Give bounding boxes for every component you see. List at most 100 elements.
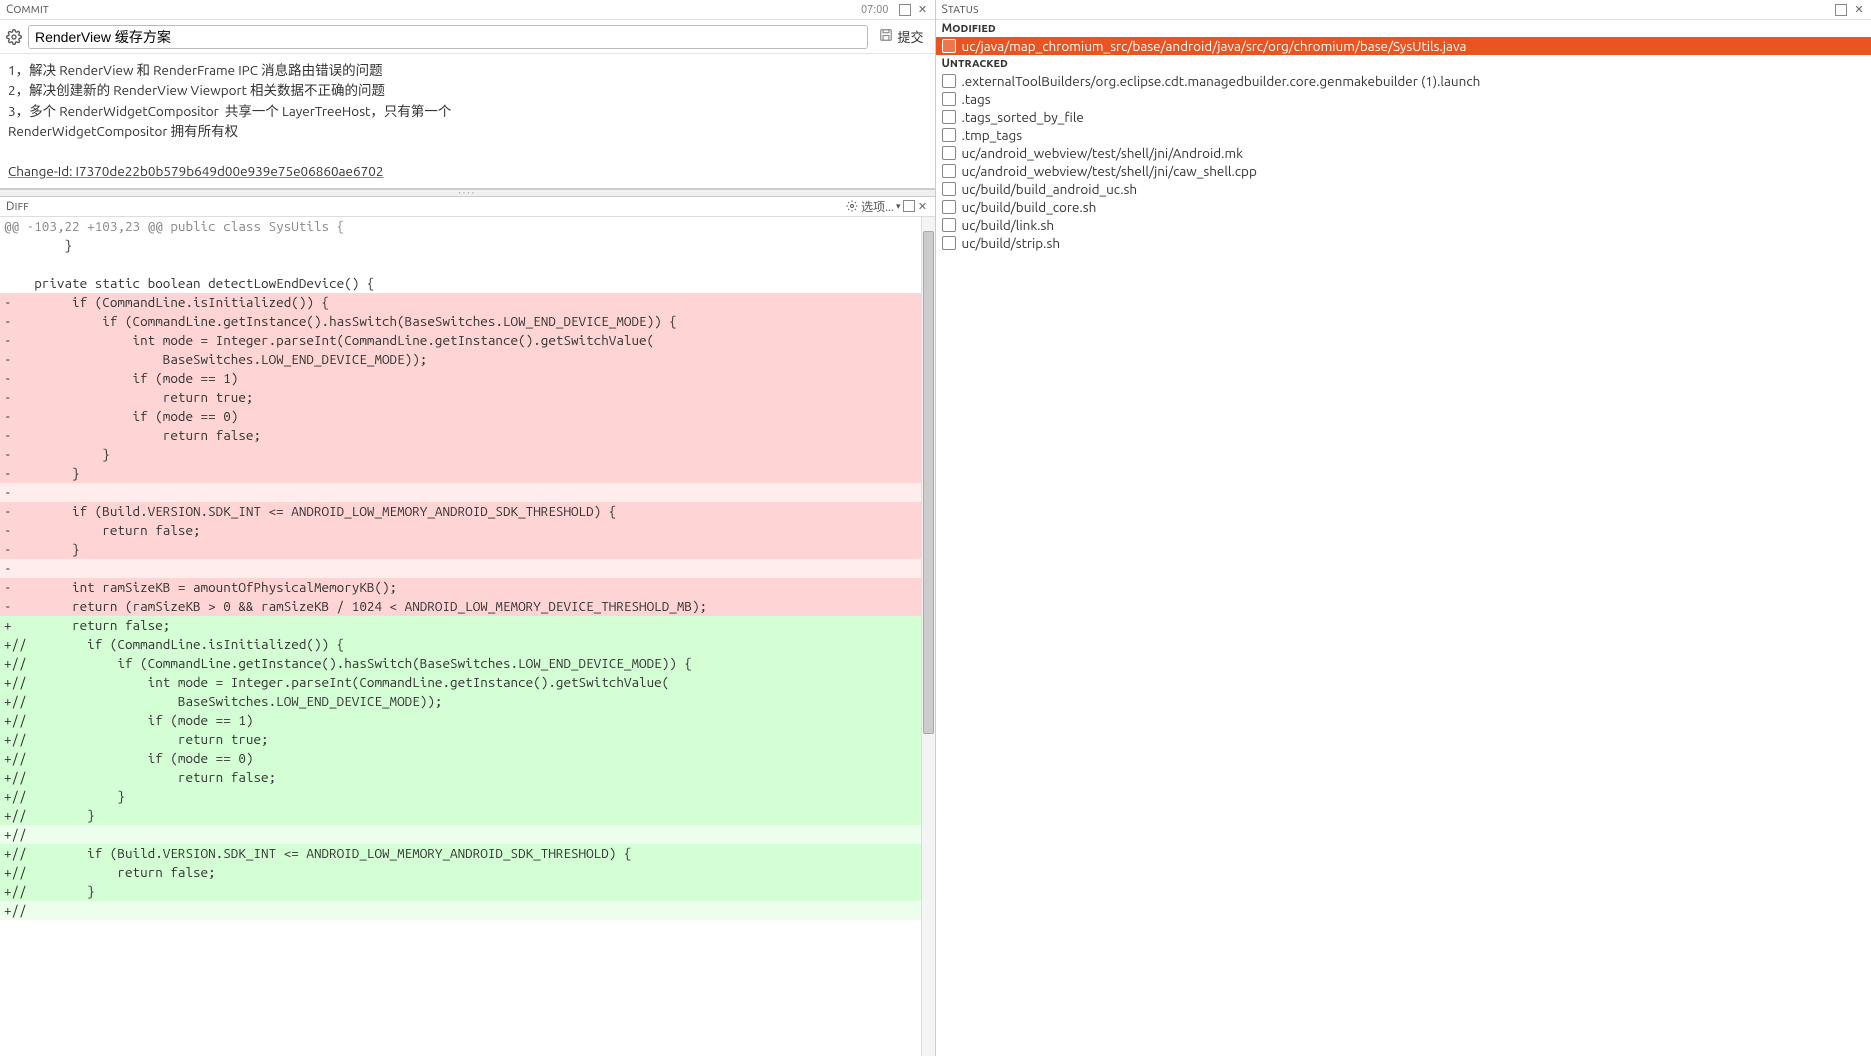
file-icon xyxy=(942,236,956,250)
file-icon xyxy=(942,218,956,232)
commit-message-line: 3，多个 RenderWidgetCompositor 共享一个 LayerTr… xyxy=(8,101,927,121)
file-item[interactable]: uc/java/map_chromium_src/base/android/ja… xyxy=(936,37,1871,55)
file-path: .externalToolBuilders/org.eclipse.cdt.ma… xyxy=(962,73,1481,89)
diff-line: +// return true; xyxy=(0,730,935,749)
minimize-icon[interactable] xyxy=(899,4,911,16)
file-icon xyxy=(942,110,956,124)
diff-panel-header: Diff 选项... ▾ ✕ xyxy=(0,197,935,217)
diff-line: +// if (Build.VERSION.SDK_INT <= ANDROID… xyxy=(0,844,935,863)
diff-line: } xyxy=(0,236,935,255)
commit-subject-input[interactable] xyxy=(28,25,868,49)
file-item[interactable]: .tmp_tags xyxy=(936,126,1871,144)
file-icon xyxy=(942,128,956,142)
file-path: uc/android_webview/test/shell/jni/caw_sh… xyxy=(962,163,1257,179)
commit-submit-icon xyxy=(879,28,893,45)
diff-options-label[interactable]: 选项... xyxy=(861,198,894,215)
diff-line: - BaseSwitches.LOW_END_DEVICE_MODE)); xyxy=(0,350,935,369)
commit-time: 07:00 xyxy=(857,4,893,16)
chevron-down-icon[interactable]: ▾ xyxy=(896,201,901,212)
diff-line: +// return false; xyxy=(0,768,935,787)
diff-line: @@ -103,22 +103,23 @@ public class SysUt… xyxy=(0,217,935,236)
diff-panel-title: Diff xyxy=(6,200,29,213)
diff-line: +// BaseSwitches.LOW_END_DEVICE_MODE)); xyxy=(0,692,935,711)
diff-line: + return false; xyxy=(0,616,935,635)
status-modified-label: Modified xyxy=(936,20,1871,37)
file-item[interactable]: uc/build/link.sh xyxy=(936,216,1871,234)
diff-line: - return false; xyxy=(0,521,935,540)
diff-line: +// if (mode == 1) xyxy=(0,711,935,730)
diff-line: +// int mode = Integer.parseInt(CommandL… xyxy=(0,673,935,692)
diff-line xyxy=(0,255,935,274)
file-icon xyxy=(942,74,956,88)
diff-line: - int mode = Integer.parseInt(CommandLin… xyxy=(0,331,935,350)
diff-gear-icon[interactable] xyxy=(845,199,859,213)
diff-line: - if (Build.VERSION.SDK_INT <= ANDROID_L… xyxy=(0,502,935,521)
file-path: .tags_sorted_by_file xyxy=(962,109,1084,125)
file-item[interactable]: uc/android_webview/test/shell/jni/Androi… xyxy=(936,144,1871,162)
file-icon xyxy=(942,182,956,196)
file-icon xyxy=(942,146,956,160)
status-untracked-label: Untracked xyxy=(936,55,1871,72)
file-path: uc/build/build_android_uc.sh xyxy=(962,181,1138,197)
commit-message-area[interactable]: 1，解决 RenderView 和 RenderFrame IPC 消息路由错误… xyxy=(0,54,935,188)
file-item[interactable]: uc/build/build_android_uc.sh xyxy=(936,180,1871,198)
diff-line: +// if (CommandLine.isInitialized()) { xyxy=(0,635,935,654)
diff-line: - return true; xyxy=(0,388,935,407)
diff-line: - if (mode == 0) xyxy=(0,407,935,426)
diff-line: +// xyxy=(0,825,935,844)
diff-line: - } xyxy=(0,445,935,464)
diff-line: - } xyxy=(0,464,935,483)
file-item[interactable]: .tags xyxy=(936,90,1871,108)
diff-line: +// } xyxy=(0,787,935,806)
status-close-icon[interactable]: ✕ xyxy=(1853,4,1865,16)
diff-line: +// if (CommandLine.getInstance().hasSwi… xyxy=(0,654,935,673)
diff-line: +// } xyxy=(0,882,935,901)
diff-line: - xyxy=(0,483,935,502)
diff-line: - xyxy=(0,559,935,578)
untracked-file-list: .externalToolBuilders/org.eclipse.cdt.ma… xyxy=(936,72,1871,252)
diff-line: +// return false; xyxy=(0,863,935,882)
diff-minimize-icon[interactable] xyxy=(903,200,915,212)
file-item[interactable]: uc/build/build_core.sh xyxy=(936,198,1871,216)
file-path: uc/build/strip.sh xyxy=(962,235,1061,251)
commit-panel-header: Commit 07:00 ✕ xyxy=(0,0,935,20)
commit-message-line: 1，解决 RenderView 和 RenderFrame IPC 消息路由错误… xyxy=(8,60,927,80)
status-panel-header: Status ✕ xyxy=(936,0,1871,20)
commit-message-line: Change-Id: I7370de22b0b579b649d00e939e75… xyxy=(8,161,927,181)
diff-line: +// xyxy=(0,901,935,920)
diff-close-icon[interactable]: ✕ xyxy=(917,200,929,212)
file-item[interactable]: uc/build/strip.sh xyxy=(936,234,1871,252)
file-item[interactable]: .tags_sorted_by_file xyxy=(936,108,1871,126)
diff-scrollbar-thumb[interactable] xyxy=(923,231,934,735)
commit-panel-title: Commit xyxy=(6,3,49,16)
diff-line: - return (ramSizeKB > 0 && ramSizeKB / 1… xyxy=(0,597,935,616)
diff-line: private static boolean detectLowEndDevic… xyxy=(0,274,935,293)
horizontal-splitter[interactable] xyxy=(0,189,935,197)
file-path: uc/build/link.sh xyxy=(962,217,1055,233)
gear-icon[interactable] xyxy=(4,27,24,47)
file-path: .tmp_tags xyxy=(962,127,1023,143)
status-minimize-icon[interactable] xyxy=(1835,4,1847,16)
diff-line: - int ramSizeKB = amountOfPhysicalMemory… xyxy=(0,578,935,597)
file-path: .tags xyxy=(962,91,991,107)
commit-message-line xyxy=(8,141,927,161)
file-icon xyxy=(942,39,956,53)
commit-submit-button[interactable]: 提交 xyxy=(872,24,930,49)
file-icon xyxy=(942,164,956,178)
diff-scrollbar[interactable] xyxy=(921,217,935,1056)
file-item[interactable]: uc/android_webview/test/shell/jni/caw_sh… xyxy=(936,162,1871,180)
diff-line: - return false; xyxy=(0,426,935,445)
modified-file-list: uc/java/map_chromium_src/base/android/ja… xyxy=(936,37,1871,55)
diff-content[interactable]: @@ -103,22 +103,23 @@ public class SysUt… xyxy=(0,217,935,1056)
diff-line: +// } xyxy=(0,806,935,825)
diff-line: - if (CommandLine.getInstance().hasSwitc… xyxy=(0,312,935,331)
diff-line: +// if (mode == 0) xyxy=(0,749,935,768)
close-icon[interactable]: ✕ xyxy=(917,4,929,16)
file-icon xyxy=(942,200,956,214)
commit-message-line: RenderWidgetCompositor 拥有所有权 xyxy=(8,121,927,141)
file-path: uc/android_webview/test/shell/jni/Androi… xyxy=(962,145,1243,161)
diff-line: - if (mode == 1) xyxy=(0,369,935,388)
file-item[interactable]: .externalToolBuilders/org.eclipse.cdt.ma… xyxy=(936,72,1871,90)
file-icon xyxy=(942,92,956,106)
file-path: uc/java/map_chromium_src/base/android/ja… xyxy=(962,38,1467,54)
